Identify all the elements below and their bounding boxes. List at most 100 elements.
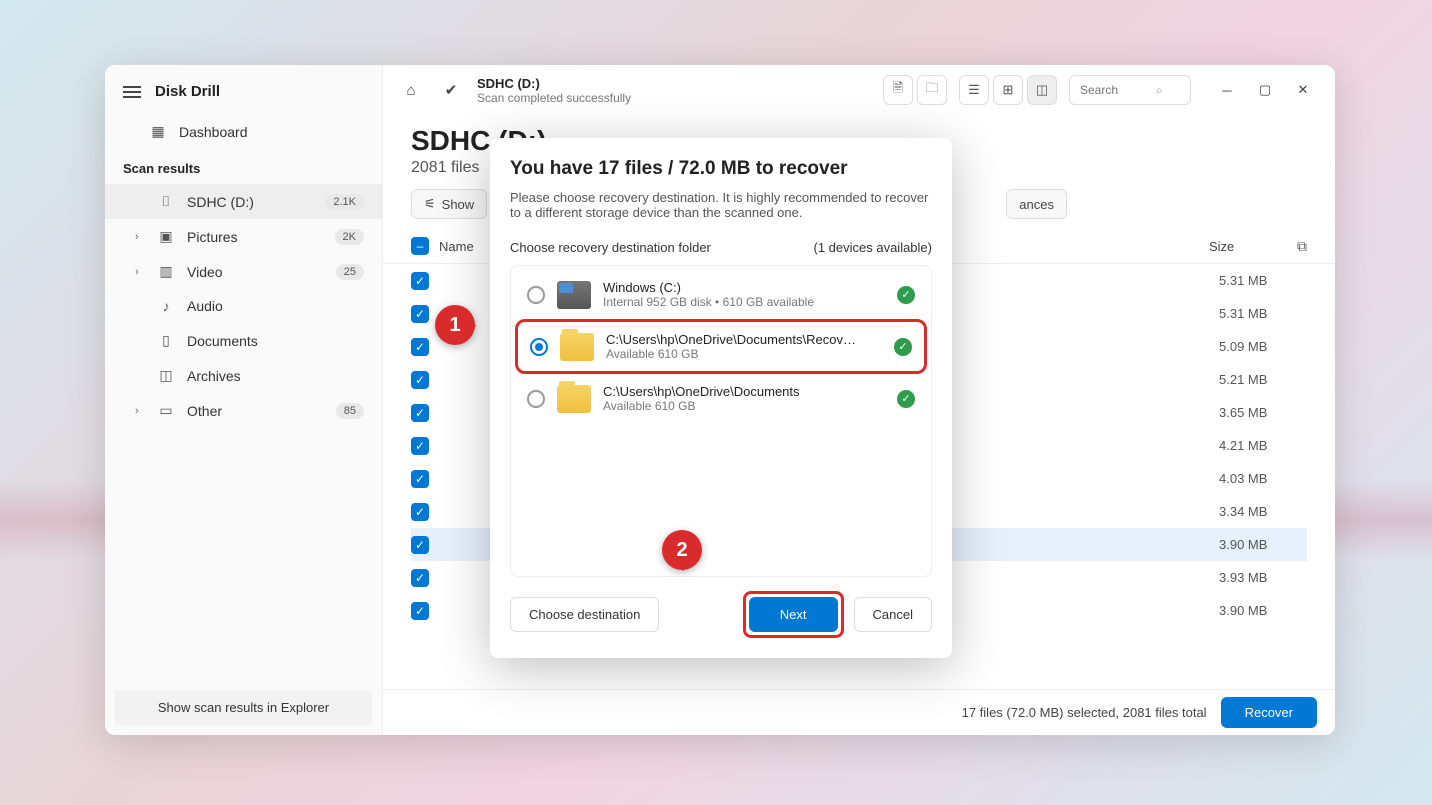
row-checkbox[interactable]: ✓ bbox=[411, 305, 429, 323]
dest-title: C:\Users\hp\OneDrive\Documents bbox=[603, 384, 885, 399]
destination-list: Windows (C:) Internal 952 GB disk • 610 … bbox=[510, 265, 932, 577]
row-checkbox[interactable]: ✓ bbox=[411, 371, 429, 389]
dest-title: C:\Users\hp\OneDrive\Documents\Recov… bbox=[606, 332, 882, 347]
status-ok-icon: ✓ bbox=[894, 338, 912, 356]
filter-chances-button[interactable]: ances bbox=[1006, 189, 1067, 219]
nav-label: Video bbox=[187, 264, 223, 280]
row-checkbox[interactable]: ✓ bbox=[411, 338, 429, 356]
cancel-button[interactable]: Cancel bbox=[854, 597, 932, 632]
view-list-icon[interactable]: ☰ bbox=[959, 75, 989, 105]
minimize-button[interactable]: ─ bbox=[1209, 75, 1245, 105]
folder-icon bbox=[560, 333, 594, 361]
count-badge: 2K bbox=[335, 229, 364, 245]
dest-title: Windows (C:) bbox=[603, 280, 885, 295]
recover-button[interactable]: Recover bbox=[1221, 697, 1317, 728]
destination-option[interactable]: C:\Users\hp\OneDrive\Documents Available… bbox=[515, 374, 927, 423]
external-link-icon[interactable]: ⧉ bbox=[1297, 238, 1307, 255]
filter-label: Show bbox=[442, 197, 475, 212]
radio-button[interactable] bbox=[530, 338, 548, 356]
other-icon: ▭ bbox=[157, 402, 175, 419]
drive-icon: ⌷ bbox=[157, 193, 175, 210]
view-file-icon[interactable]: 🗎 bbox=[883, 75, 913, 105]
maximize-button[interactable]: ▢ bbox=[1247, 75, 1283, 105]
modal-description: Please choose recovery destination. It i… bbox=[510, 190, 932, 220]
status-ok-icon: ✓ bbox=[897, 286, 915, 304]
check-icon: ✔ bbox=[437, 76, 465, 104]
radio-button[interactable] bbox=[527, 286, 545, 304]
nav-archives[interactable]: ◫ Archives bbox=[105, 358, 382, 393]
video-icon: ▥ bbox=[157, 263, 175, 280]
dest-subtitle: Available 610 GB bbox=[606, 347, 882, 361]
nav-video[interactable]: › ▥ Video 25 bbox=[105, 254, 382, 289]
show-in-explorer-button[interactable]: Show scan results in Explorer bbox=[115, 690, 372, 725]
archives-icon: ◫ bbox=[157, 367, 175, 384]
nav-other[interactable]: › ▭ Other 85 bbox=[105, 393, 382, 428]
status-ok-icon: ✓ bbox=[897, 390, 915, 408]
count-badge: 85 bbox=[336, 403, 364, 419]
drive-icon bbox=[557, 281, 591, 309]
row-checkbox[interactable]: ✓ bbox=[411, 536, 429, 554]
pictures-icon: ▣ bbox=[157, 228, 175, 245]
chevron-right-icon: › bbox=[135, 266, 145, 278]
choose-destination-button[interactable]: Choose destination bbox=[510, 597, 659, 632]
close-button[interactable]: ✕ bbox=[1285, 75, 1321, 105]
nav-pictures[interactable]: › ▣ Pictures 2K bbox=[105, 219, 382, 254]
filter-label: ances bbox=[1019, 197, 1054, 212]
search-box[interactable]: ⌕ bbox=[1069, 75, 1191, 105]
select-all-checkbox[interactable]: – bbox=[411, 237, 429, 255]
dest-subtitle: Available 610 GB bbox=[603, 399, 885, 413]
dashboard-icon: ▦ bbox=[149, 123, 167, 140]
footer-summary: 17 files (72.0 MB) selected, 2081 files … bbox=[962, 705, 1207, 720]
destination-option-selected[interactable]: C:\Users\hp\OneDrive\Documents\Recov… Av… bbox=[515, 319, 927, 374]
topbar: ⌂ ✔ SDHC (D:) Scan completed successfull… bbox=[383, 65, 1335, 115]
next-button[interactable]: Next bbox=[749, 597, 838, 632]
row-checkbox[interactable]: ✓ bbox=[411, 503, 429, 521]
app-header: Disk Drill bbox=[105, 65, 382, 114]
annotation-2: 2 bbox=[662, 530, 702, 570]
home-icon[interactable]: ⌂ bbox=[397, 76, 425, 104]
folder-icon bbox=[557, 385, 591, 413]
modal-title: You have 17 files / 72.0 MB to recover bbox=[510, 158, 932, 180]
row-checkbox[interactable]: ✓ bbox=[411, 272, 429, 290]
documents-icon: ▯ bbox=[157, 332, 175, 349]
next-highlight: Next bbox=[743, 591, 844, 638]
menu-icon[interactable] bbox=[123, 86, 141, 98]
row-checkbox[interactable]: ✓ bbox=[411, 470, 429, 488]
view-grid-icon[interactable]: ⊞ bbox=[993, 75, 1023, 105]
nav-label: Other bbox=[187, 403, 222, 419]
annotation-1: 1 bbox=[435, 305, 475, 345]
search-input[interactable] bbox=[1080, 83, 1150, 97]
row-checkbox[interactable]: ✓ bbox=[411, 602, 429, 620]
dest-subtitle: Internal 952 GB disk • 610 GB available bbox=[603, 295, 885, 309]
nav-dashboard[interactable]: ▦ Dashboard bbox=[105, 114, 382, 149]
radio-button[interactable] bbox=[527, 390, 545, 408]
nav-label: Archives bbox=[187, 368, 241, 384]
chevron-right-icon: › bbox=[135, 405, 145, 417]
audio-icon: ♪ bbox=[157, 298, 175, 314]
devices-available: (1 devices available) bbox=[813, 240, 932, 255]
filter-show-button[interactable]: ⚟ Show bbox=[411, 189, 487, 219]
recovery-destination-modal: You have 17 files / 72.0 MB to recover P… bbox=[490, 138, 952, 658]
nav-documents[interactable]: ▯ Documents bbox=[105, 323, 382, 358]
count-badge: 2.1K bbox=[325, 194, 364, 210]
nav-sdhc[interactable]: ⌷ SDHC (D:) 2.1K bbox=[105, 184, 382, 219]
nav-label: Pictures bbox=[187, 229, 238, 245]
destination-option[interactable]: Windows (C:) Internal 952 GB disk • 610 … bbox=[515, 270, 927, 319]
nav-label: Dashboard bbox=[179, 124, 248, 140]
col-size[interactable]: Size bbox=[1209, 239, 1297, 254]
topbar-subtitle: Scan completed successfully bbox=[477, 91, 631, 105]
filter-icon: ⚟ bbox=[424, 196, 436, 212]
row-checkbox[interactable]: ✓ bbox=[411, 569, 429, 587]
nav-label: Audio bbox=[187, 298, 223, 314]
choose-folder-label: Choose recovery destination folder bbox=[510, 240, 711, 255]
view-split-icon[interactable]: ◫ bbox=[1027, 75, 1057, 105]
view-folder-icon[interactable]: 🗀 bbox=[917, 75, 947, 105]
section-scan-results: Scan results bbox=[105, 149, 382, 184]
nav-label: SDHC (D:) bbox=[187, 194, 254, 210]
app-name: Disk Drill bbox=[155, 83, 220, 100]
row-checkbox[interactable]: ✓ bbox=[411, 404, 429, 422]
row-checkbox[interactable]: ✓ bbox=[411, 437, 429, 455]
topbar-title: SDHC (D:) bbox=[477, 76, 631, 91]
footer: 17 files (72.0 MB) selected, 2081 files … bbox=[383, 689, 1335, 735]
nav-audio[interactable]: ♪ Audio bbox=[105, 289, 382, 323]
